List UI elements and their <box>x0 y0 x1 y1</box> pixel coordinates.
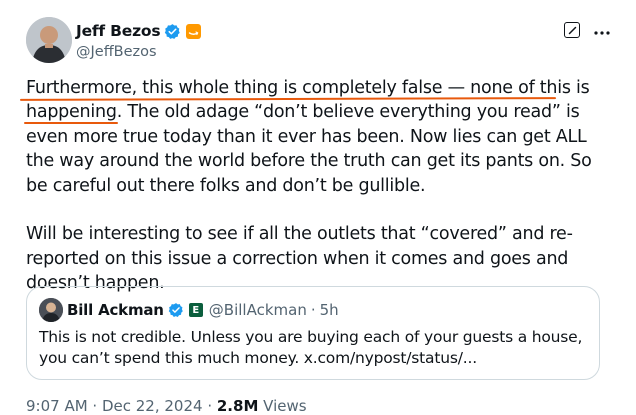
annotation-underline <box>24 122 118 124</box>
tweet-text: Furthermore, this whole thing is complet… <box>26 76 616 296</box>
tweet-actions-top <box>564 22 610 38</box>
verified-badge-icon <box>168 303 183 317</box>
meta-separator: · <box>202 397 217 415</box>
author-info: Jeff Bezos @JeffBezos <box>76 20 202 60</box>
tweet-metadata: 9:07 AM · Dec 22, 2024 · 2.8M Views <box>26 397 307 415</box>
amazon-affiliate-icon[interactable] <box>186 23 202 39</box>
quoted-tweet[interactable]: Bill Ackman E @BillAckman · 5h This is n… <box>26 286 600 380</box>
views-label: Views <box>258 397 307 415</box>
tweet-date[interactable]: Dec 22, 2024 <box>102 397 203 415</box>
quoted-author-avatar <box>39 298 63 322</box>
verified-badge-icon[interactable] <box>164 23 181 40</box>
author-avatar[interactable] <box>26 17 72 63</box>
quoted-timestamp: 5h <box>319 301 339 319</box>
quoted-author-handle: @BillAckman <box>208 301 307 319</box>
more-options-icon[interactable] <box>594 22 610 38</box>
views-count: 2.8M <box>216 397 259 415</box>
quoted-author-name: Bill Ackman <box>67 301 164 319</box>
affiliate-badge-icon: E <box>188 303 203 317</box>
author-name[interactable]: Jeff Bezos <box>76 22 161 40</box>
tweet-paragraph-2: Will be interesting to see if all the ou… <box>26 224 573 294</box>
meta-separator: · <box>87 397 102 415</box>
grok-icon[interactable] <box>564 22 580 38</box>
tweet-time[interactable]: 9:07 AM <box>26 397 88 415</box>
tweet-paragraph-1: Furthermore, this whole thing is complet… <box>26 76 616 198</box>
author-handle[interactable]: @JeffBezos <box>76 44 201 60</box>
quoted-tweet-header: Bill Ackman E @BillAckman · 5h <box>39 298 587 322</box>
quoted-tweet-text: This is not credible. Unless you are buy… <box>39 328 583 367</box>
quoted-separator: · <box>310 301 316 319</box>
